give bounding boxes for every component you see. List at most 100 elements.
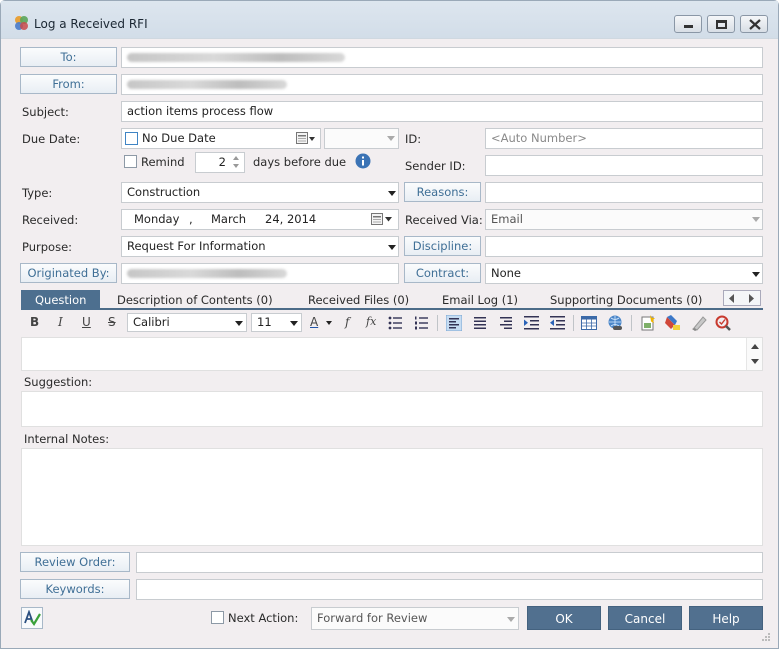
tab-supporting-documents[interactable]: Supporting Documents (0)	[550, 290, 702, 310]
originated-by-field[interactable]	[121, 263, 399, 284]
table-icon[interactable]	[581, 316, 597, 330]
internal-notes-editor[interactable]	[21, 448, 763, 546]
font-color-icon[interactable]: A	[310, 315, 318, 329]
scroll-up-icon[interactable]	[751, 343, 759, 349]
received-via-label: Received Via:	[405, 213, 483, 227]
keywords-field[interactable]	[136, 579, 763, 600]
function-icon[interactable]: f	[345, 315, 349, 329]
info-icon[interactable]	[355, 153, 371, 169]
from-field[interactable]	[121, 74, 763, 95]
spell-check-button[interactable]	[21, 607, 43, 629]
due-date-field[interactable]: No Due Date	[121, 128, 321, 149]
chevron-down-icon	[290, 321, 298, 326]
chevron-down-icon	[752, 272, 760, 277]
italic-icon[interactable]: I	[58, 315, 63, 329]
received-via-dropdown[interactable]: Email	[485, 209, 763, 230]
chevron-left-icon[interactable]	[727, 294, 737, 303]
restore-button[interactable]	[707, 15, 735, 33]
next-action-dropdown[interactable]: Forward for Review	[311, 607, 519, 630]
outdent-icon[interactable]	[550, 316, 565, 330]
reasons-button[interactable]: Reasons:	[404, 182, 481, 202]
originated-by-button[interactable]: Originated By:	[20, 263, 117, 283]
chevron-down-icon	[507, 617, 515, 622]
redacted-sender	[127, 80, 287, 89]
contract-button[interactable]: Contract:	[404, 263, 481, 283]
detail-tabs: Question Description of Contents (0) Rec…	[21, 290, 763, 310]
no-due-date-checkbox[interactable]	[125, 132, 138, 145]
align-center-icon[interactable]	[473, 316, 487, 329]
received-day: Monday	[134, 212, 180, 226]
sender-id-label: Sender ID:	[405, 159, 466, 173]
chevron-down-icon	[326, 321, 332, 325]
review-order-button[interactable]: Review Order:	[20, 552, 130, 572]
bold-icon[interactable]: B	[30, 315, 39, 329]
next-action-checkbox[interactable]	[211, 611, 224, 624]
chevron-right-icon[interactable]	[746, 294, 756, 303]
tab-description-of-contents[interactable]: Description of Contents (0)	[117, 290, 273, 310]
help-button[interactable]: Help	[689, 606, 763, 630]
tab-email-log[interactable]: Email Log (1)	[442, 290, 518, 310]
spell-check-icon	[24, 610, 41, 626]
to-button[interactable]: To:	[20, 47, 117, 67]
chevron-down-icon	[752, 217, 760, 222]
cancel-button[interactable]: Cancel	[608, 606, 682, 630]
font-family-dropdown[interactable]: Calibri	[127, 313, 247, 332]
hyperlink-icon[interactable]	[607, 315, 623, 331]
minimize-button[interactable]	[674, 15, 702, 33]
tab-question[interactable]: Question	[21, 290, 101, 310]
subject-field[interactable]: action items process flow	[121, 101, 763, 122]
next-action-label: Next Action:	[228, 611, 299, 625]
keywords-button[interactable]: Keywords:	[20, 579, 130, 599]
subject-label: Subject:	[22, 105, 69, 119]
suggestion-editor[interactable]	[21, 391, 763, 427]
remind-checkbox[interactable]	[124, 155, 137, 168]
redacted-recipient	[127, 53, 345, 62]
highlight-icon[interactable]	[665, 315, 681, 331]
tab-received-files[interactable]: Received Files (0)	[308, 290, 409, 310]
days-before-due-label: days before due	[253, 155, 347, 169]
strikethrough-icon[interactable]: S	[108, 315, 116, 329]
discipline-field[interactable]	[485, 236, 763, 257]
app-logo-icon	[15, 16, 28, 30]
stepper-arrows-icon[interactable]	[230, 154, 242, 170]
received-date-picker[interactable]: Monday , March 24, 2014	[121, 209, 399, 230]
sender-id-field[interactable]	[485, 155, 763, 176]
type-dropdown[interactable]: Construction	[121, 182, 399, 203]
insert-image-icon[interactable]	[640, 315, 656, 331]
from-button[interactable]: From:	[20, 74, 117, 94]
discipline-button[interactable]: Discipline:	[404, 236, 481, 256]
formatting-toolbar: B I U S Calibri 11 A f fx	[21, 312, 763, 334]
chevron-down-icon	[387, 136, 395, 141]
to-field[interactable]	[121, 47, 763, 68]
no-due-date-label: No Due Date	[142, 131, 216, 145]
received-label: Received:	[22, 213, 79, 227]
internal-notes-label: Internal Notes:	[24, 432, 110, 446]
remind-label: Remind	[141, 155, 185, 169]
resize-grip-icon[interactable]	[761, 632, 771, 642]
reasons-field[interactable]	[485, 182, 763, 203]
due-date-label: Due Date:	[22, 132, 81, 146]
received-day-year: 24, 2014	[265, 212, 317, 226]
calendar-dropdown-icon[interactable]	[296, 132, 316, 145]
calendar-dropdown-icon[interactable]	[371, 213, 393, 226]
contract-dropdown[interactable]: None	[485, 263, 763, 284]
id-field[interactable]: <Auto Number>	[485, 128, 763, 149]
scroll-down-icon[interactable]	[751, 359, 759, 365]
title-bar[interactable]: Log a Received RFI	[1, 1, 778, 39]
ok-button[interactable]: OK	[527, 606, 601, 630]
insert-function-icon[interactable]: fx	[366, 315, 376, 328]
question-editor[interactable]	[21, 337, 763, 371]
align-left-icon[interactable]	[446, 315, 462, 331]
align-right-icon[interactable]	[499, 316, 513, 329]
bullet-list-icon[interactable]	[388, 316, 403, 330]
remind-days-value: 2	[218, 155, 226, 169]
review-order-field[interactable]	[136, 552, 763, 573]
numbered-list-icon[interactable]	[414, 316, 429, 330]
question-scrollbar[interactable]	[746, 338, 762, 370]
eraser-icon[interactable]	[691, 315, 707, 331]
spell-check-icon[interactable]	[715, 315, 731, 331]
purpose-dropdown[interactable]: Request For Information	[121, 236, 399, 257]
underline-icon[interactable]: U	[82, 315, 91, 329]
close-button[interactable]	[740, 15, 768, 33]
indent-icon[interactable]	[524, 316, 539, 330]
